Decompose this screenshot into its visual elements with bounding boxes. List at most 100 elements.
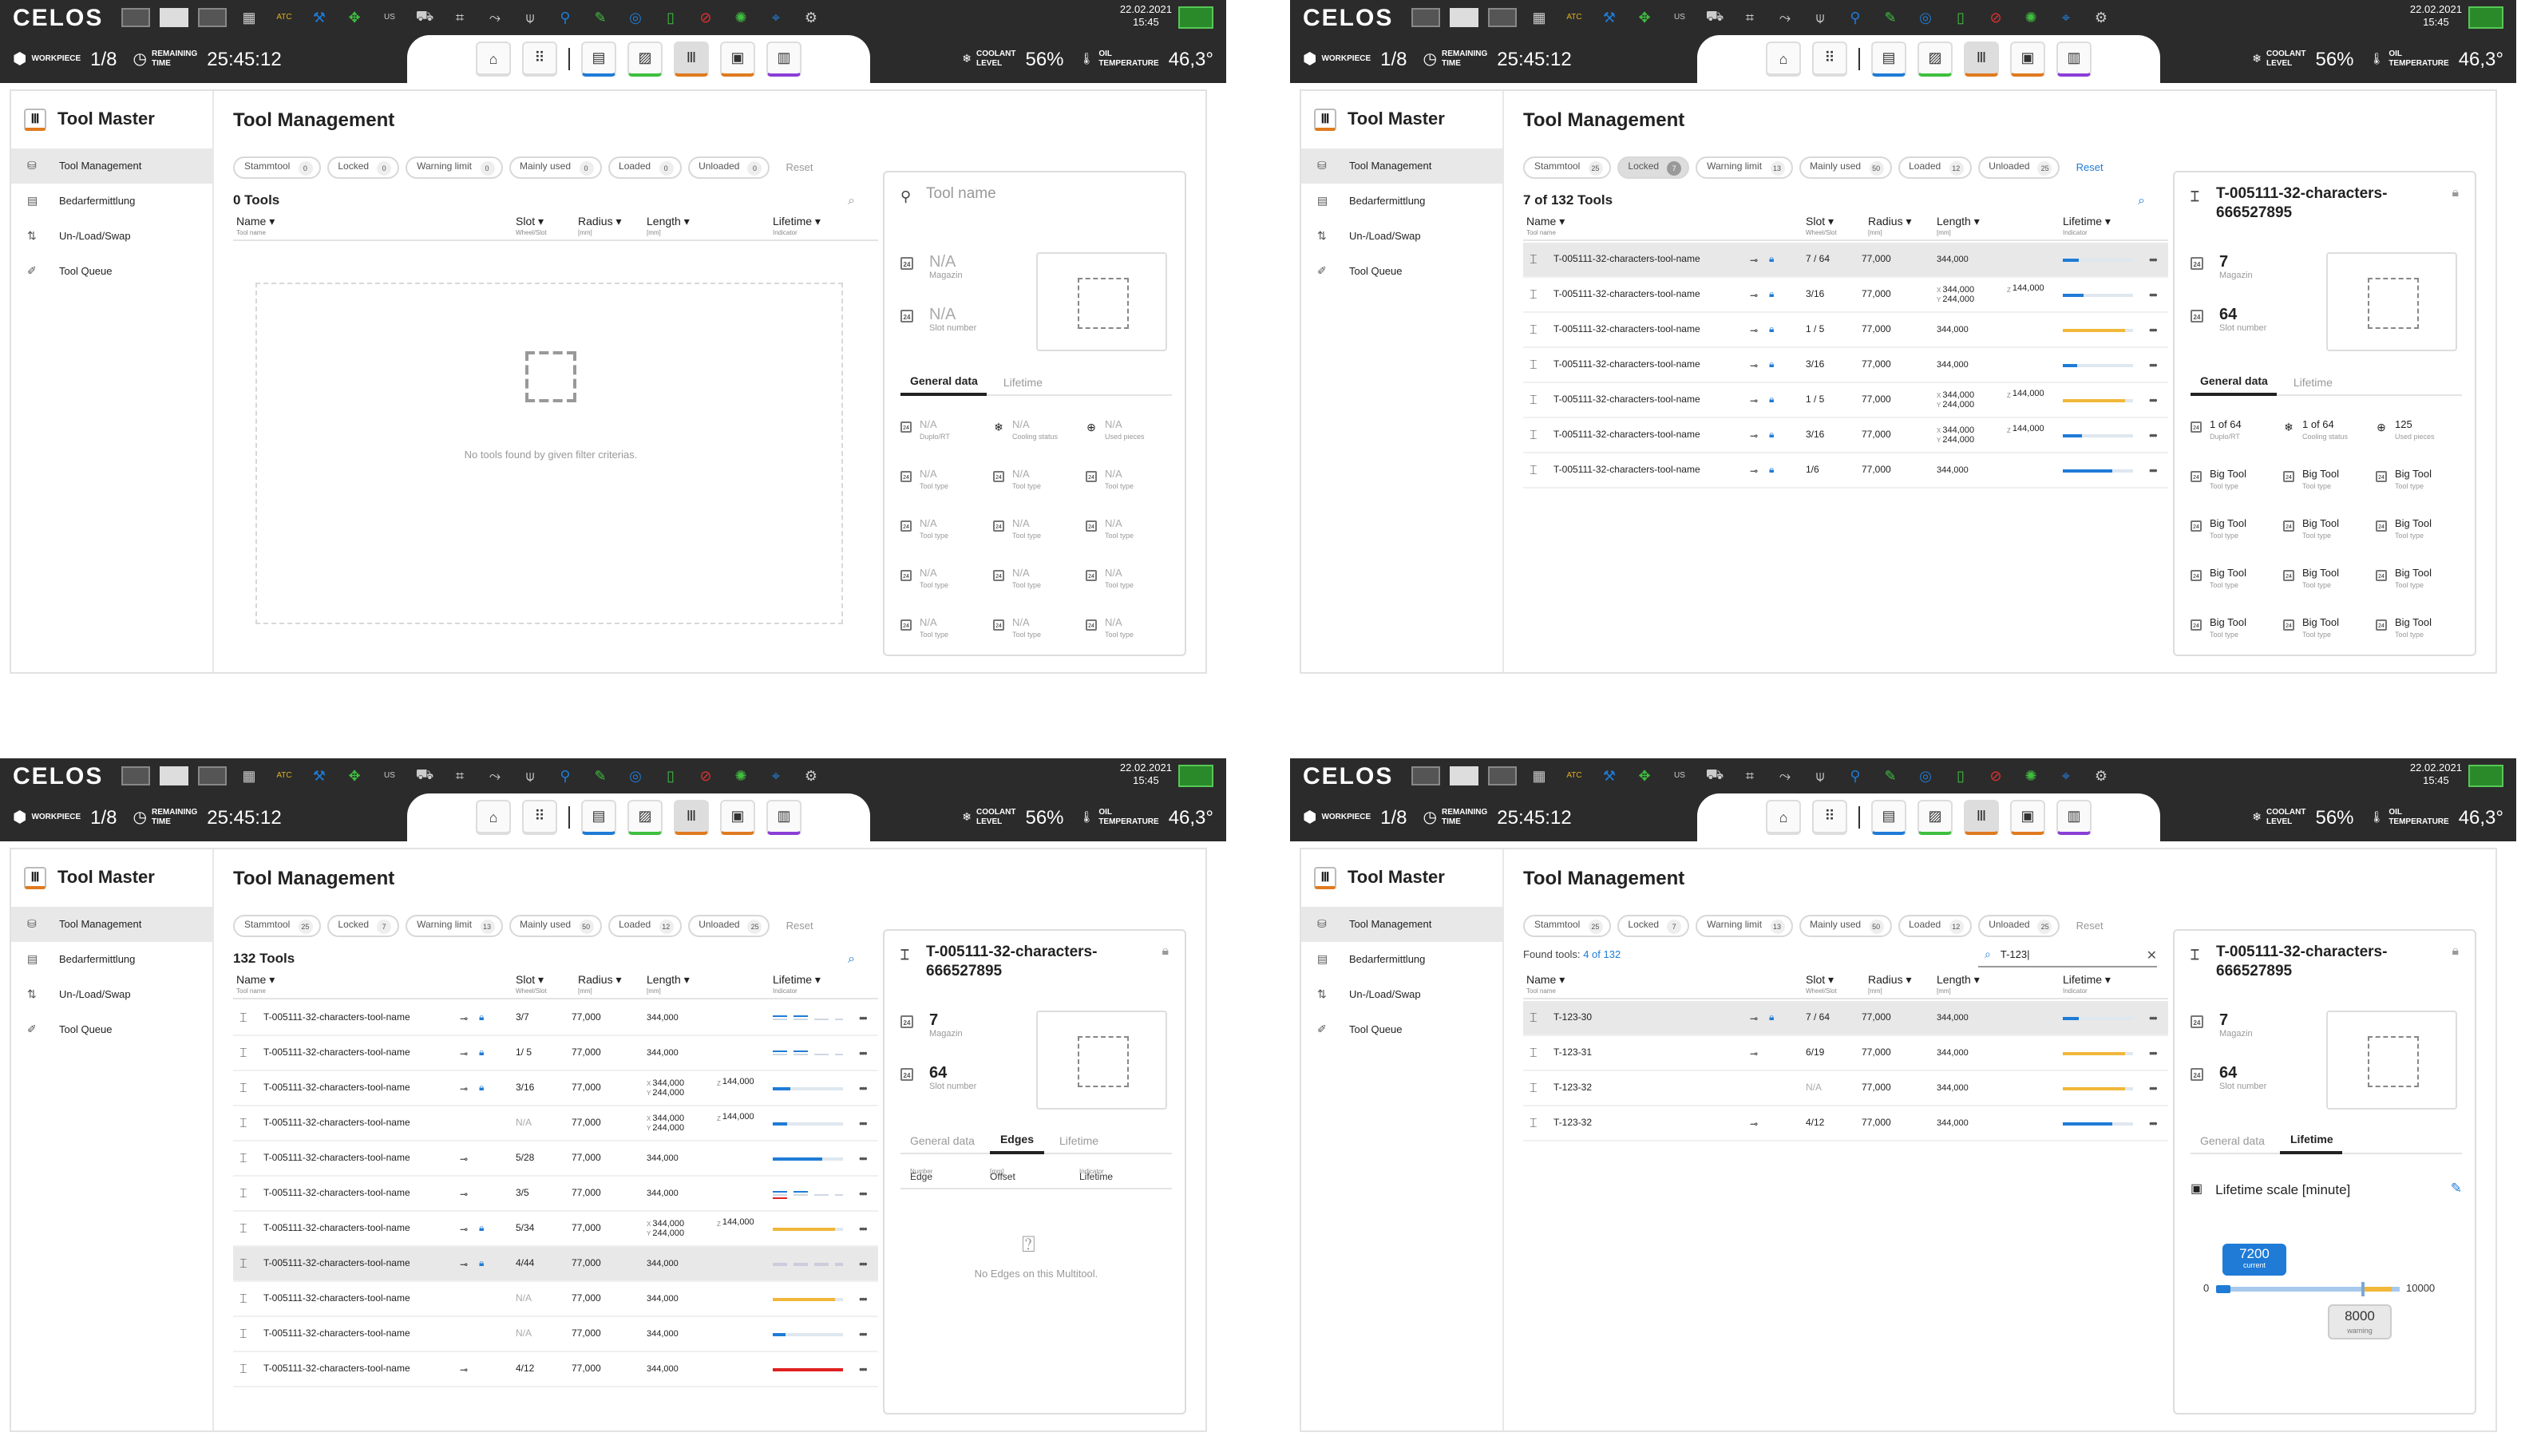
- table-row[interactable]: ⌶ T-005111-32-characters-tool-name ⊸ 🔒︎ 1 / …: [1523, 313, 2168, 348]
- notes-app-icon[interactable]: ▣: [720, 800, 755, 835]
- gauge-icon[interactable]: ◎: [623, 6, 648, 29]
- table-row[interactable]: ⌶ T-123-32 ⊸ 4/12 77,000 344,000 •••: [1523, 1106, 2168, 1141]
- col-length[interactable]: Length ▾ [mm]: [1937, 975, 1980, 996]
- filter-chip[interactable]: Loaded 12: [1898, 915, 1972, 937]
- atc-icon[interactable]: ATC: [1561, 6, 1587, 29]
- more-icon[interactable]: •••: [859, 1001, 868, 1036]
- table-row[interactable]: ⌶ T-123-30 ⊸ 🔒︎ 7 / 64 77,000 344,000 •••: [1523, 1001, 2168, 1036]
- table-row[interactable]: ⌶ T-005111-32-characters-tool-name ⊸ 🔒︎ 7 / …: [1523, 243, 2168, 278]
- alarm-icon[interactable]: ⊘: [1983, 765, 2009, 787]
- axis-icon[interactable]: ✥: [1632, 765, 1657, 787]
- gauge-icon[interactable]: ◎: [1913, 6, 1938, 29]
- alarm-icon[interactable]: ⊘: [1983, 6, 2009, 29]
- sidebar-item-tool-management[interactable]: ⛁ Tool Management: [1301, 907, 1502, 942]
- wrench-icon[interactable]: ⚲: [552, 6, 578, 29]
- more-icon[interactable]: •••: [2149, 243, 2158, 278]
- search-icon[interactable]: ⌕: [2138, 193, 2145, 209]
- col-radius[interactable]: Radius ▾ [mm]: [1868, 217, 1912, 238]
- sidebar-item-bedarfermittlung[interactable]: ▤ Bedarfermittlung: [11, 184, 212, 219]
- sidebar-item-tool-queue[interactable]: ✐ Tool Queue: [1301, 1012, 1502, 1047]
- col-radius[interactable]: Radius ▾ [mm]: [578, 975, 622, 996]
- search-icon[interactable]: ⌕: [848, 952, 855, 967]
- jet-icon[interactable]: ⤳: [482, 6, 508, 29]
- reset-button[interactable]: Reset: [786, 156, 813, 179]
- filter-chip[interactable]: Mainly used 50: [1799, 156, 1892, 179]
- table-row[interactable]: ⌶ T-005111-32-characters-tool-name N/A 77,0…: [233, 1106, 878, 1141]
- image-app-icon[interactable]: ▨: [1918, 42, 1953, 77]
- wrench-icon[interactable]: ⚲: [1842, 6, 1868, 29]
- sidebar-item-bedarfermittlung[interactable]: ▤ Bedarfermittlung: [1301, 184, 1502, 219]
- filter-chip[interactable]: Mainly used 50: [509, 915, 602, 937]
- document-app-icon[interactable]: ▤: [581, 42, 616, 77]
- col-length[interactable]: Length ▾ [mm]: [647, 975, 690, 996]
- alarm-icon[interactable]: ⊘: [693, 6, 718, 29]
- us-icon[interactable]: US: [377, 765, 402, 787]
- alarm-icon[interactable]: ⊘: [693, 765, 718, 787]
- atc-icon[interactable]: ATC: [271, 6, 297, 29]
- filter-chip[interactable]: Loaded 12: [1898, 156, 1972, 179]
- tool-magazine-icon[interactable]: ▦: [1526, 765, 1552, 787]
- col-length[interactable]: Length ▾ [mm]: [1937, 217, 1980, 238]
- layout-app-icon[interactable]: ▥: [2056, 800, 2092, 835]
- apps-grid-icon[interactable]: ⠿: [1812, 42, 1847, 77]
- col-length[interactable]: Length ▾ [mm]: [647, 217, 690, 238]
- tab-lifetime[interactable]: Lifetime: [2280, 1129, 2343, 1154]
- filter-chip[interactable]: Stammtool 25: [233, 915, 321, 937]
- col-name[interactable]: Name ▾ Tool name: [236, 975, 275, 996]
- door-icon[interactable]: ▯: [658, 6, 683, 29]
- tab-general-data[interactable]: General data: [900, 1129, 984, 1154]
- lock-icon[interactable]: 🔒︎: [1769, 243, 1774, 278]
- us-icon[interactable]: US: [1667, 765, 1692, 787]
- table-row[interactable]: ⌶ T-005111-32-characters-tool-name ⊸ 3/5 77,…: [233, 1177, 878, 1212]
- search-input[interactable]: ⌕ T-123| ✕: [1978, 945, 2157, 967]
- notes-app-icon[interactable]: ▣: [2010, 42, 2045, 77]
- notes-app-icon[interactable]: ▣: [2010, 800, 2045, 835]
- filter-chip[interactable]: Locked 7: [327, 915, 400, 937]
- coolant-pump-icon[interactable]: ⛟: [1702, 765, 1728, 787]
- sidebar-item-tool-queue[interactable]: ✐ Tool Queue: [1301, 254, 1502, 289]
- window-split-icon[interactable]: [1488, 8, 1517, 27]
- tool-magazine-icon[interactable]: ▦: [236, 765, 262, 787]
- filter-chip[interactable]: Locked 7: [1617, 156, 1690, 179]
- filter-chip[interactable]: Stammtool 25: [1523, 915, 1611, 937]
- gauge-icon[interactable]: ◎: [1913, 765, 1938, 787]
- notes-app-icon[interactable]: ▣: [720, 42, 755, 77]
- document-app-icon[interactable]: ▤: [1871, 800, 1906, 835]
- more-icon[interactable]: •••: [2149, 348, 2158, 383]
- sidebar-item-tool-management[interactable]: ⛁ Tool Management: [11, 148, 212, 184]
- gauge-icon[interactable]: ◎: [623, 765, 648, 787]
- col-radius[interactable]: Radius ▾ [mm]: [1868, 975, 1912, 996]
- slider-knob[interactable]: [2361, 1282, 2365, 1296]
- table-row[interactable]: ⌶ T-005111-32-characters-tool-name N/A 77,0…: [233, 1317, 878, 1352]
- more-icon[interactable]: •••: [859, 1177, 868, 1212]
- col-slot[interactable]: Slot ▾ Wheel/Slot: [1806, 975, 1837, 996]
- filter-chip[interactable]: Locked 0: [327, 156, 400, 179]
- brush-icon[interactable]: ✎: [588, 6, 613, 29]
- window-split-icon[interactable]: [198, 766, 227, 785]
- lock-icon[interactable]: 🔒︎: [479, 1212, 484, 1247]
- clamp-icon[interactable]: ⍦: [517, 6, 543, 29]
- tab-lifetime[interactable]: Lifetime: [994, 370, 1052, 396]
- edit-icon[interactable]: ✎: [2451, 1180, 2462, 1197]
- coolant-pump-icon[interactable]: ⛟: [412, 765, 437, 787]
- table-row[interactable]: ⌶ T-005111-32-characters-tool-name ⊸ 🔒︎ 3/16…: [1523, 278, 2168, 313]
- filter-chip[interactable]: Locked 7: [1617, 915, 1690, 937]
- brush-icon[interactable]: ✎: [588, 765, 613, 787]
- wrench-icon[interactable]: ⚲: [1842, 765, 1868, 787]
- col-lifetime[interactable]: Lifetime ▾ Indicator: [2063, 975, 2111, 996]
- tab-general-data[interactable]: General data: [2191, 370, 2278, 396]
- chip-conveyor-icon[interactable]: ⌗: [447, 6, 473, 29]
- table-row[interactable]: ⌶ T-005111-32-characters-tool-name ⊸ 🔒︎ 1/ 5…: [233, 1036, 878, 1071]
- tool-master-app-icon[interactable]: Ⅲ: [674, 42, 709, 77]
- col-lifetime[interactable]: Lifetime ▾ Indicator: [2063, 217, 2111, 238]
- more-icon[interactable]: •••: [2149, 1036, 2158, 1071]
- chip-conveyor-icon[interactable]: ⌗: [1737, 6, 1763, 29]
- brush-icon[interactable]: ✎: [1878, 765, 1903, 787]
- spindle-icon[interactable]: ⚒: [1597, 765, 1622, 787]
- tool-magazine-icon[interactable]: ▦: [236, 6, 262, 29]
- apps-grid-icon[interactable]: ⠿: [522, 42, 557, 77]
- tab-lifetime[interactable]: Lifetime: [2284, 370, 2342, 396]
- brush-icon[interactable]: ✎: [1878, 6, 1903, 29]
- filter-chip[interactable]: Warning limit 13: [1696, 915, 1793, 937]
- table-row[interactable]: ⌶ T-005111-32-characters-tool-name ⊸ 🔒︎ 1 / …: [1523, 383, 2168, 418]
